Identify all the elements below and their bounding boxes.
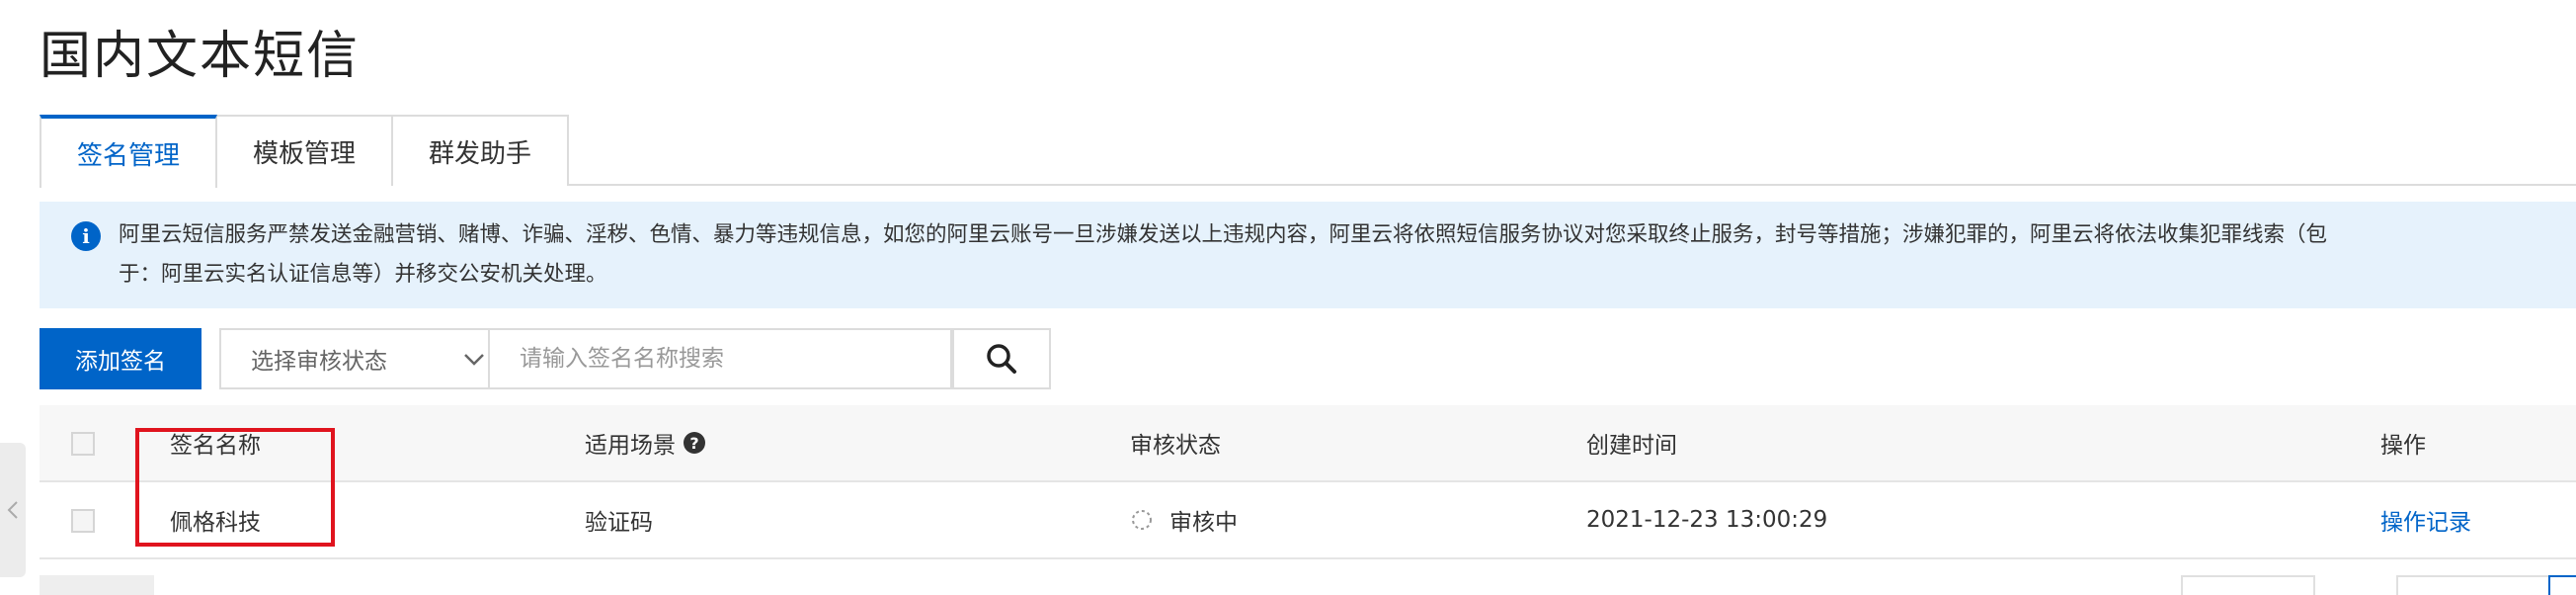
table-row: 佩格科技 验证码 审核中 2021-12-23 13:00:29 操作记录 — [40, 482, 2576, 559]
tab-template-management[interactable]: 模板管理 — [215, 115, 393, 186]
header-usage-scene-label: 适用场景 — [585, 433, 676, 459]
header-created-time: 创建时间 — [1586, 433, 1677, 459]
pagination-current[interactable] — [2548, 575, 2576, 595]
tab-bulk-send-assistant[interactable]: 群发助手 — [391, 115, 569, 186]
chevron-left-icon — [7, 501, 18, 519]
table-header: 签名名称 适用场景 ? 审核状态 创建时间 操作 — [40, 405, 2576, 482]
notice-text: 阿里云短信服务严禁发送金融营销、赌博、诈骗、淫秽、色情、暴力等违规信息，如您的阿… — [119, 222, 2328, 287]
row-created-time: 2021-12-23 13:00:29 — [1586, 507, 1828, 533]
header-usage-scene: 适用场景 ? — [585, 405, 705, 480]
batch-action-button[interactable] — [40, 575, 154, 595]
page-title: 国内文本短信 — [40, 27, 361, 86]
row-review-status-label: 审核中 — [1169, 510, 1238, 536]
header-review-status: 审核状态 — [1130, 433, 1221, 459]
tab-signature-management[interactable]: 签名管理 — [40, 115, 217, 188]
select-all-checkbox[interactable] — [71, 432, 95, 456]
row-usage-scene: 验证码 — [585, 510, 653, 536]
operation-log-link[interactable]: 操作记录 — [2380, 503, 2471, 537]
review-status-select[interactable]: 选择审核状态 — [219, 328, 510, 389]
add-signature-button[interactable]: 添加签名 — [40, 328, 201, 389]
collapse-sidebar-handle[interactable] — [0, 443, 26, 577]
help-icon[interactable]: ? — [684, 432, 705, 454]
page-size-select[interactable] — [2181, 575, 2315, 595]
info-circle-icon: i — [71, 221, 101, 251]
review-status-select-label: 选择审核状态 — [251, 349, 387, 375]
loading-spinner-icon — [1132, 510, 1152, 530]
header-operations: 操作 — [2380, 433, 2426, 459]
row-operations: 操作记录 — [2380, 482, 2471, 557]
row-review-status: 审核中 — [1130, 482, 1238, 557]
pagination-prev[interactable] — [2396, 575, 2554, 595]
row-signature-name: 佩格科技 — [170, 510, 261, 536]
row-checkbox[interactable] — [71, 509, 95, 533]
chevron-down-icon — [464, 354, 484, 366]
header-signature-name: 签名名称 — [170, 433, 261, 459]
compliance-notice: i 阿里云短信服务严禁发送金融营销、赌博、诈骗、淫秽、色情、暴力等违规信息，如您… — [40, 202, 2576, 308]
tab-bar: 签名管理 模板管理 群发助手 — [40, 115, 2576, 188]
search-icon — [987, 344, 1016, 374]
search-button[interactable] — [952, 328, 1051, 389]
signature-search-input[interactable] — [488, 328, 952, 389]
